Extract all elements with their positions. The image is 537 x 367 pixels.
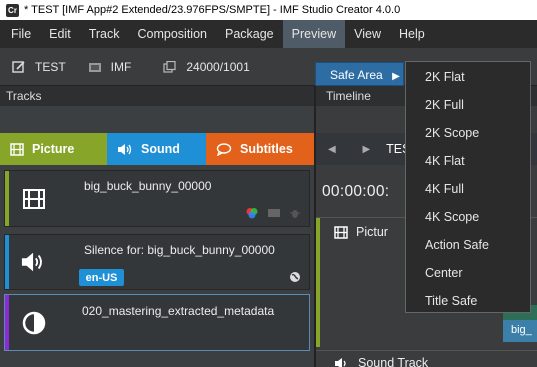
menu-item-2k-flat[interactable]: 2K Flat xyxy=(406,63,530,91)
track-color-bar xyxy=(316,218,320,347)
track-controls xyxy=(289,271,301,283)
film-folder-icon xyxy=(88,62,101,72)
track-color-bar xyxy=(5,295,9,350)
window-titlebar: Cr * TEST [IMF App#2 Extended/23.976FPS/… xyxy=(0,0,537,20)
menubar: File Edit Track Composition Package Prev… xyxy=(0,20,537,48)
menu-view[interactable]: View xyxy=(345,20,390,48)
safe-area-label: Safe Area xyxy=(330,68,383,82)
menu-item-safe-area[interactable]: Safe Area ▶ xyxy=(315,62,404,86)
track-name: big_buck_bunny_00000 xyxy=(84,179,212,193)
toolbar-package-type[interactable]: IMF xyxy=(88,59,132,74)
menu-file[interactable]: File xyxy=(2,20,40,48)
bug-icon[interactable] xyxy=(289,207,301,219)
speaker-icon xyxy=(21,249,47,275)
track-color-bar xyxy=(5,235,9,289)
timeline-sound-label: Sound Track xyxy=(334,356,428,367)
color-channels-icon[interactable] xyxy=(245,207,259,219)
window-title: * TEST [IMF App#2 Extended/23.976FPS/SMP… xyxy=(24,4,401,16)
menu-help[interactable]: Help xyxy=(390,20,434,48)
track-color-bar xyxy=(5,171,9,226)
nav-arrows-icon[interactable]: ◀ ▶ xyxy=(328,144,382,155)
timeline-picture-label-text: Pictur xyxy=(356,225,388,239)
menu-composition[interactable]: Composition xyxy=(129,20,216,48)
toolbar-framerate-label: 24000/1001 xyxy=(186,59,250,74)
menu-item-4k-full[interactable]: 4K Full xyxy=(406,175,530,203)
tracks-panel-title: Tracks xyxy=(0,86,314,106)
film-icon xyxy=(21,186,47,212)
toolbar-package-label: IMF xyxy=(110,59,132,74)
track-type-tabs: Picture Sound Subtitles xyxy=(0,133,314,165)
track-name: 020_mastering_extracted_metadata xyxy=(82,304,275,318)
track-sound[interactable]: Silence for: big_buck_bunny_00000 en-US xyxy=(4,234,310,290)
track-controls xyxy=(245,207,301,219)
copy-icon xyxy=(163,60,176,73)
menu-item-center[interactable]: Center xyxy=(406,259,530,287)
film-icon xyxy=(10,142,24,156)
timeline-sound-label-text: Sound Track xyxy=(358,356,429,367)
menu-item-action-safe[interactable]: Action Safe xyxy=(406,231,530,259)
globe-icon[interactable] xyxy=(289,271,301,283)
toolbar-framerate[interactable]: 24000/1001 xyxy=(163,59,250,74)
speech-bubble-icon xyxy=(216,142,232,156)
contrast-icon xyxy=(21,310,47,336)
tab-sound-label: Sound xyxy=(141,142,180,156)
speaker-icon xyxy=(118,143,132,155)
edit-icon xyxy=(12,60,25,73)
menu-item-2k-full[interactable]: 2K Full xyxy=(406,91,530,119)
film-icon xyxy=(334,225,348,239)
track-picture[interactable]: big_buck_bunny_00000 xyxy=(4,170,310,227)
tab-sound[interactable]: Sound xyxy=(107,133,206,165)
toolbar-composition-label: TEST xyxy=(35,59,66,74)
menu-item-2k-scope[interactable]: 2K Scope xyxy=(406,119,530,147)
app-logo-icon: Cr xyxy=(6,3,19,17)
speaker-icon xyxy=(335,357,346,367)
menu-item-title-safe[interactable]: Title Safe xyxy=(406,287,530,315)
menu-track[interactable]: Track xyxy=(80,20,129,48)
track-metadata[interactable]: 020_mastering_extracted_metadata xyxy=(4,294,310,351)
menu-preview[interactable]: Preview xyxy=(282,20,346,48)
monitor-icon[interactable] xyxy=(267,207,281,219)
submenu-arrow-icon: ▶ xyxy=(392,71,400,82)
tab-picture[interactable]: Picture xyxy=(0,133,107,165)
tab-subtitles[interactable]: Subtitles xyxy=(206,133,314,165)
timeline-picture-label: Pictur xyxy=(334,225,388,239)
toolbar-composition-name[interactable]: TEST xyxy=(12,60,66,74)
menu-item-4k-flat[interactable]: 4K Flat xyxy=(406,147,530,175)
menu-package[interactable]: Package xyxy=(216,20,283,48)
safe-area-dropdown: 2K Flat 2K Full 2K Scope 4K Flat 4K Full… xyxy=(405,61,531,313)
menu-item-4k-scope[interactable]: 4K Scope xyxy=(406,203,530,231)
language-badge[interactable]: en-US xyxy=(79,269,124,286)
timecode-display: 00:00:00: xyxy=(322,183,390,200)
tab-subtitles-label: Subtitles xyxy=(240,142,293,156)
timeline-clip[interactable]: big_ xyxy=(503,320,537,342)
menu-edit[interactable]: Edit xyxy=(40,20,80,48)
track-name: Silence for: big_buck_bunny_00000 xyxy=(84,243,275,257)
tab-picture-label: Picture xyxy=(32,142,75,156)
